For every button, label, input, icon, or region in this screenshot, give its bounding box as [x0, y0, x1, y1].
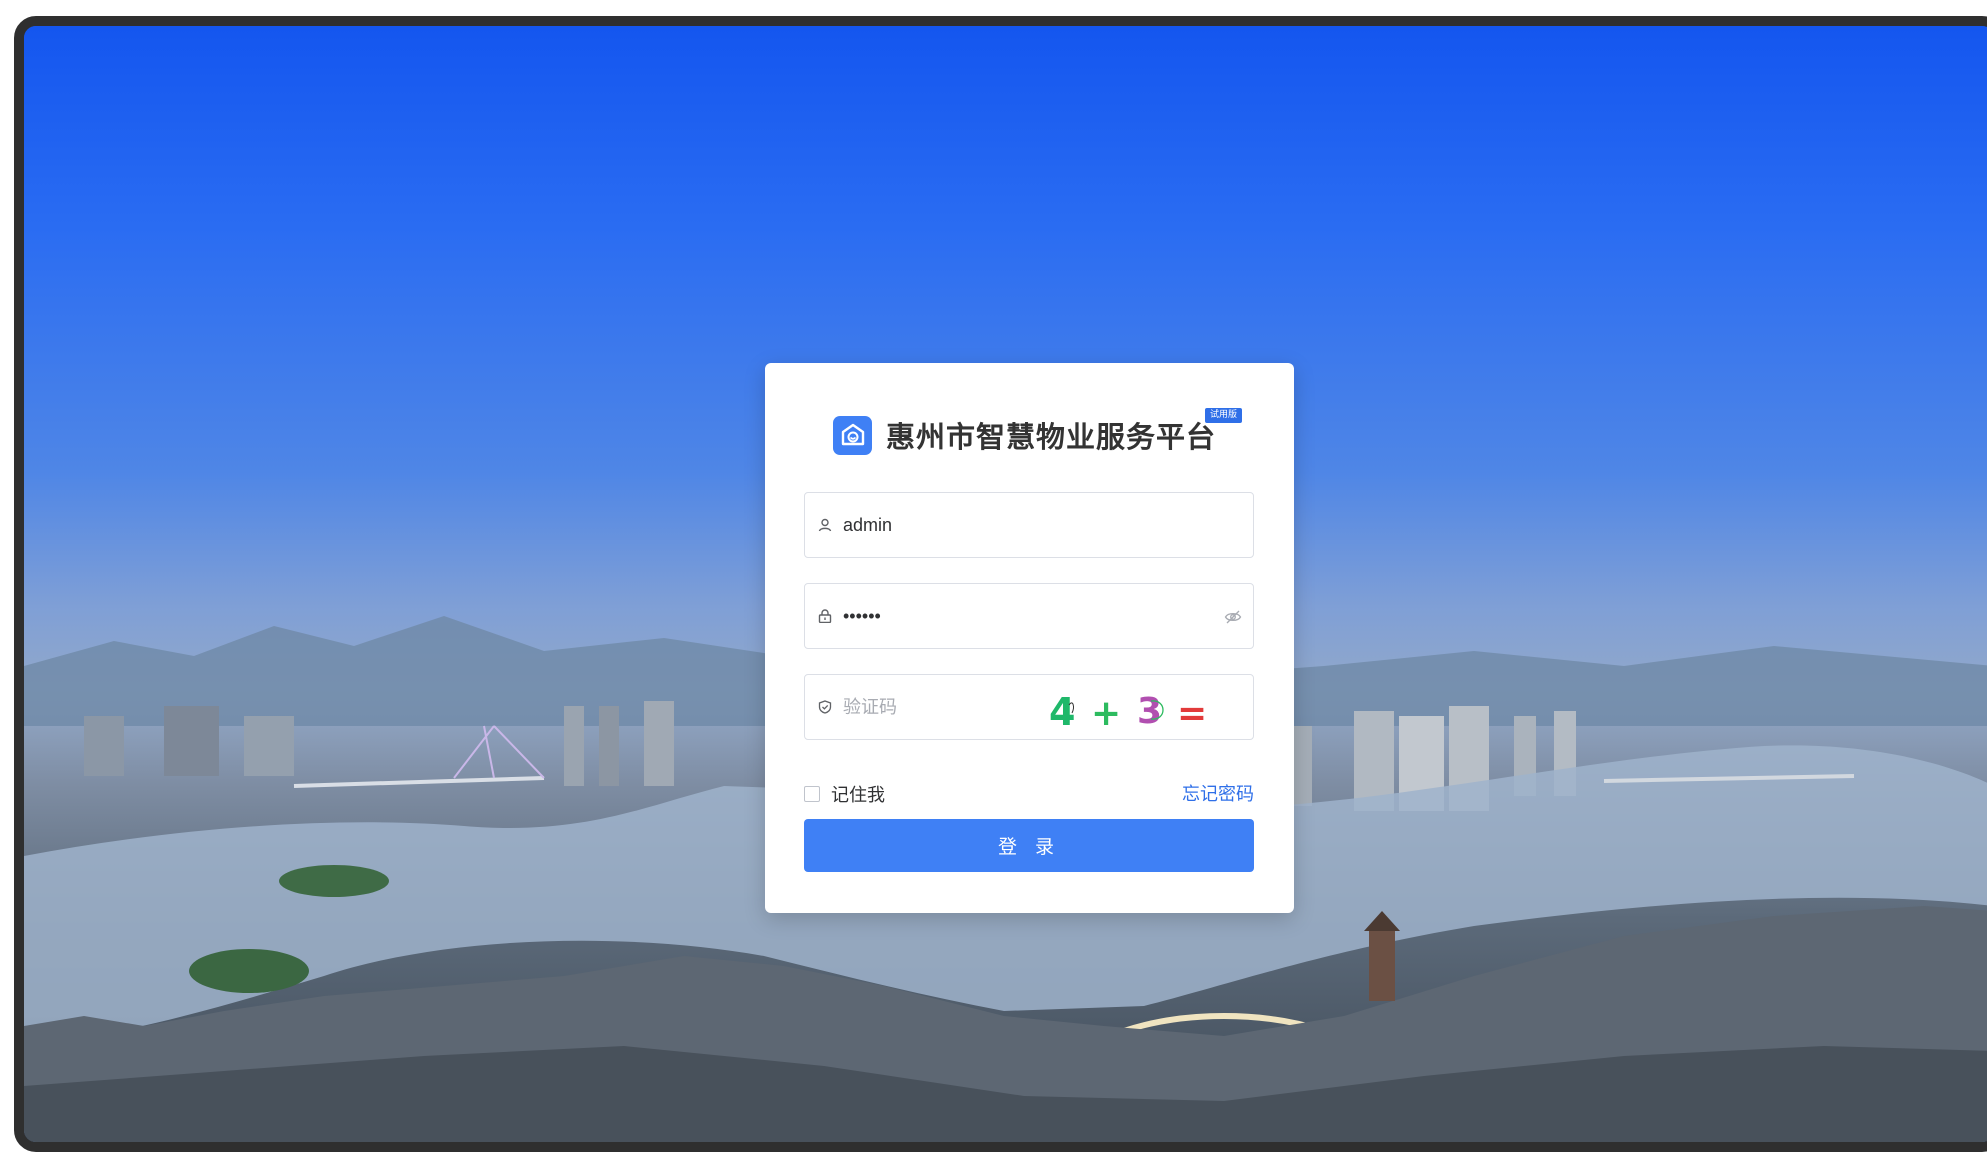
remember-label: 记住我 [831, 785, 885, 806]
captcha-field[interactable]: 4 + 3 = [804, 674, 1254, 740]
browser-frame: 惠州市智慧物业服务平台 试用版 admin •••••• 验证码 4 + 3 =… [14, 16, 1987, 1152]
user-icon [818, 518, 832, 532]
remember-me[interactable]: 记住我 [804, 781, 885, 807]
username-input[interactable] [841, 513, 1145, 537]
login-card: 惠州市智慧物业服务平台 试用版 admin •••••• 验证码 4 + 3 =… [765, 363, 1294, 913]
brand-header: 惠州市智慧物业服务平台 [833, 415, 1216, 455]
password-input[interactable] [841, 604, 1145, 628]
trial-badge: 试用版 [1205, 408, 1243, 423]
lock-icon [818, 609, 832, 623]
username-field[interactable] [804, 492, 1254, 558]
login-button[interactable]: 登 录 [804, 819, 1254, 872]
captcha-char-4: = [1177, 693, 1207, 733]
captcha-image[interactable]: 4 + 3 = [1039, 685, 1239, 733]
remember-checkbox[interactable] [804, 786, 820, 802]
forgot-password-link[interactable]: 忘记密码 [1182, 780, 1254, 806]
captcha-char-1: 4 [1049, 690, 1075, 733]
password-field[interactable] [804, 583, 1254, 649]
app-logo-icon [833, 415, 872, 455]
shield-check-icon [818, 700, 832, 714]
app-title: 惠州市智慧物业服务平台 [886, 420, 1217, 454]
eye-hidden-icon[interactable] [1224, 608, 1242, 626]
captcha-char-2: + [1091, 693, 1121, 733]
captcha-char-3: 3 [1137, 691, 1162, 732]
